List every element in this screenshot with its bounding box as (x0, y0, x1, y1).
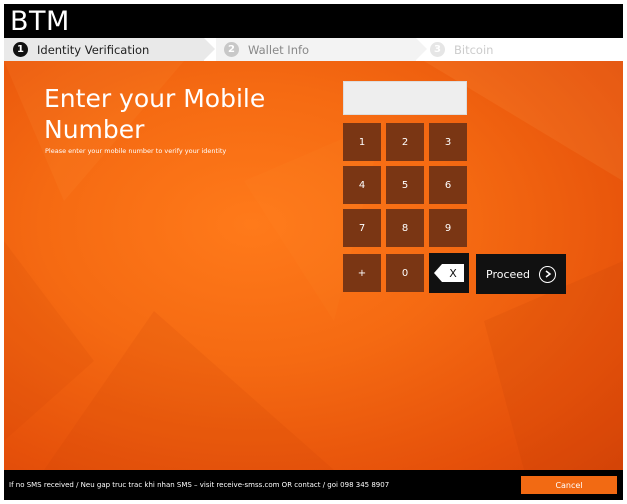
step-identity-verification: 1 Identity Verification (4, 38, 215, 61)
keypad-key-plus[interactable]: + (343, 254, 381, 292)
backspace-button[interactable]: X (429, 253, 469, 293)
keypad-key-1[interactable]: 1 (343, 123, 381, 161)
svg-text:X: X (449, 267, 457, 280)
keypad-key-9[interactable]: 9 (429, 209, 467, 247)
brand-logo: BTM (10, 6, 70, 37)
keypad-key-5[interactable]: 5 (386, 166, 424, 204)
step-wallet-info: 2 Wallet Info (216, 38, 427, 61)
step-label: Identity Verification (37, 42, 150, 57)
keypad-key-3[interactable]: 3 (429, 123, 467, 161)
phone-number-display[interactable] (343, 81, 467, 115)
footer-bar: If no SMS received / Neu gap truc trac k… (4, 470, 623, 500)
keypad-key-8[interactable]: 8 (386, 209, 424, 247)
step-number-badge: 2 (224, 42, 239, 57)
step-progress-bar: 1 Identity Verification 2 Wallet Info 3 … (4, 38, 623, 61)
page-title: Enter your Mobile Number (44, 84, 266, 144)
sms-help-notice: If no SMS received / Neu gap truc trac k… (9, 481, 390, 489)
main-panel: Enter your Mobile Number Please enter yo… (4, 61, 623, 470)
keypad-key-2[interactable]: 2 (386, 123, 424, 161)
keypad-key-4[interactable]: 4 (343, 166, 381, 204)
proceed-label: Proceed (486, 267, 531, 281)
chevron-right-circle-icon (539, 265, 557, 283)
keypad-key-7[interactable]: 7 (343, 209, 381, 247)
step-bitcoin: 3 Bitcoin (430, 38, 623, 61)
step-label: Bitcoin (454, 42, 494, 57)
kiosk-screen: BTM 1 Identity Verification 2 Wallet Inf… (4, 4, 623, 500)
backspace-icon: X (434, 264, 464, 282)
proceed-button[interactable]: Proceed (476, 254, 566, 294)
cancel-button[interactable]: Cancel (521, 476, 617, 494)
keypad-key-6[interactable]: 6 (429, 166, 467, 204)
step-number-badge: 3 (430, 42, 445, 57)
step-label: Wallet Info (248, 42, 310, 57)
keypad-key-0[interactable]: 0 (386, 254, 424, 292)
page-subtitle: Please enter your mobile number to verif… (45, 147, 227, 155)
top-bar: BTM (4, 4, 623, 38)
step-number-badge: 1 (13, 42, 28, 57)
